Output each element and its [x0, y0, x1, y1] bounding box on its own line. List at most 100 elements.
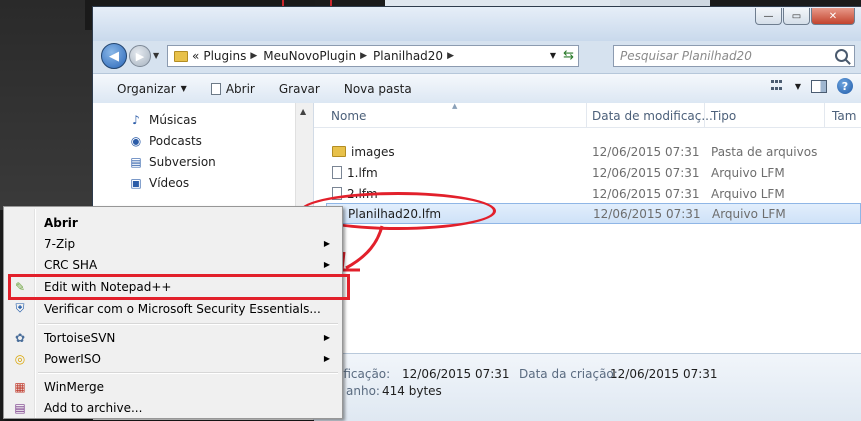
breadcrumb-item[interactable]: Planilhad20: [373, 49, 443, 63]
video-icon: ▣: [130, 176, 142, 190]
chevron-right-icon[interactable]: ▶: [360, 51, 367, 61]
burn-label: Gravar: [278, 81, 320, 96]
menu-item-tortoisesvn[interactable]: ✿ TortoiseSVN ▶: [6, 327, 340, 348]
details-pane: ificação: 12/06/2015 07:31 Data da criaç…: [314, 353, 861, 421]
organize-label: Organizar: [117, 81, 176, 96]
list-item[interactable]: 1.lfm 12/06/2015 07:31 Arquivo LFM: [326, 162, 861, 183]
nav-item-musicas[interactable]: ♪ Músicas: [129, 113, 197, 127]
breadcrumb-item[interactable]: MeuNovoPlugin: [263, 49, 356, 63]
size-label: anho:: [346, 384, 380, 398]
navigation-scrollbar[interactable]: ▲: [295, 103, 313, 213]
search-icon[interactable]: [835, 49, 848, 62]
nav-item-label: Subversion: [149, 155, 216, 169]
file-type: Arquivo LFM: [711, 186, 785, 201]
nav-item-label: Podcasts: [149, 134, 202, 148]
nav-item-label: Músicas: [149, 113, 197, 127]
chevron-down-icon[interactable]: ▼: [550, 51, 556, 60]
search-placeholder: Pesquisar Planilhad20: [620, 49, 752, 63]
preview-pane-icon[interactable]: [811, 79, 827, 93]
help-icon[interactable]: ?: [837, 78, 853, 94]
view-controls: ▼ ?: [770, 78, 853, 94]
menu-separator: [38, 323, 338, 325]
submenu-arrow-icon: ▶: [323, 239, 330, 248]
subversion-icon: ▤: [130, 155, 142, 169]
view-options-icon[interactable]: [770, 80, 785, 92]
nav-item-subversion[interactable]: ▤ Subversion: [129, 155, 216, 169]
nav-item-videos[interactable]: ▣ Vídeos: [129, 176, 189, 190]
open-file-icon: [210, 82, 221, 95]
menu-item-open[interactable]: Abrir: [6, 212, 340, 233]
file-modified: 12/06/2015 07:31: [592, 144, 700, 159]
recent-pages-dropdown[interactable]: ▼: [153, 51, 159, 60]
list-item[interactable]: images 12/06/2015 07:31 Pasta de arquivo…: [326, 141, 861, 162]
background-window: [0, 0, 100, 210]
chevron-right-icon[interactable]: ▶: [447, 51, 454, 61]
column-separator[interactable]: [824, 103, 825, 127]
organize-button[interactable]: Organizar ▼: [93, 82, 199, 96]
menu-item-crc-sha[interactable]: CRC SHA ▶: [6, 254, 340, 275]
breadcrumb-item[interactable]: Plugins: [203, 49, 246, 63]
menu-item-label: TortoiseSVN: [44, 330, 116, 345]
back-button[interactable]: ◀: [101, 43, 127, 69]
menu-item-label: CRC SHA: [44, 257, 98, 272]
menu-item-label: Verificar com o Microsoft Security Essen…: [44, 301, 321, 316]
search-input[interactable]: Pesquisar Planilhad20: [613, 45, 855, 67]
modified-value: 12/06/2015 07:31: [402, 367, 510, 381]
file-name: images: [351, 144, 395, 159]
menu-item-poweriso[interactable]: ◎ PowerISO ▶: [6, 348, 340, 369]
nav-item-label: Vídeos: [149, 176, 190, 190]
window-controls: — ▭ ✕: [755, 8, 855, 25]
menu-item-label: Add to archive...: [44, 400, 143, 415]
file-modified: 12/06/2015 07:31: [593, 206, 701, 221]
column-name[interactable]: Nome: [331, 109, 366, 123]
menu-item-label: WinMerge: [44, 379, 104, 394]
column-modified[interactable]: Data de modificaç...: [592, 109, 713, 123]
nav-item-podcasts[interactable]: ◉ Podcasts: [129, 134, 202, 148]
podcast-icon: ◉: [130, 134, 142, 148]
file-modified: 12/06/2015 07:31: [592, 186, 700, 201]
window-frame: — ▭ ✕: [93, 7, 861, 41]
burn-button[interactable]: Gravar: [267, 82, 332, 96]
chevron-down-icon[interactable]: ▼: [795, 82, 801, 91]
music-icon: ♪: [132, 113, 140, 127]
modified-label: ificação:: [340, 367, 391, 381]
file-type: Pasta de arquivos: [711, 144, 818, 159]
folder-icon: [332, 146, 346, 157]
menu-item-security-essentials[interactable]: ⛨ Verificar com o Microsoft Security Ess…: [6, 298, 340, 319]
file-name: 1.lfm: [347, 165, 378, 180]
column-separator[interactable]: [586, 103, 587, 127]
tortoise-icon: ✿: [14, 330, 26, 345]
menu-item-label: 7-Zip: [44, 236, 76, 251]
size-value: 414 bytes: [382, 384, 442, 398]
submenu-arrow-icon: ▶: [323, 333, 330, 342]
close-button[interactable]: ✕: [811, 8, 855, 25]
menu-item-add-to-archive[interactable]: ▤ Add to archive...: [6, 397, 340, 418]
chevron-right-icon[interactable]: ▶: [250, 51, 257, 61]
sort-ascending-icon: ▲: [452, 102, 458, 110]
maximize-button[interactable]: ▭: [783, 8, 810, 25]
refresh-icon[interactable]: ⇆: [563, 48, 574, 63]
forward-button[interactable]: ▶: [129, 45, 151, 67]
menu-item-7zip[interactable]: 7-Zip ▶: [6, 233, 340, 254]
address-bar[interactable]: « Plugins ▶ MeuNovoPlugin ▶ Planilhad20 …: [167, 45, 579, 67]
breadcrumb-overflow[interactable]: «: [192, 49, 199, 63]
menu-item-label: Abrir: [44, 215, 78, 230]
submenu-arrow-icon: ▶: [323, 354, 330, 363]
minimize-button[interactable]: —: [755, 8, 782, 25]
archive-icon: ▤: [14, 400, 26, 415]
new-folder-label: Nova pasta: [343, 81, 412, 96]
column-type[interactable]: Tipo: [711, 109, 736, 123]
new-folder-button[interactable]: Nova pasta: [332, 82, 424, 96]
column-separator[interactable]: [704, 103, 705, 127]
created-value: 12/06/2015 07:31: [610, 367, 718, 381]
chevron-down-icon: ▼: [180, 84, 187, 93]
column-size[interactable]: Tam: [832, 109, 856, 123]
highlight-box: [8, 274, 350, 300]
context-menu: Abrir 7-Zip ▶ CRC SHA ▶ ✎ Edit with Note…: [3, 206, 343, 419]
navigation-bar: ◀ ▶ ▼ « Plugins ▶ MeuNovoPlugin ▶ Planil…: [93, 41, 861, 71]
open-button[interactable]: Abrir: [199, 82, 267, 96]
scroll-up-icon[interactable]: ▲: [300, 107, 306, 116]
submenu-arrow-icon: ▶: [323, 260, 330, 269]
menu-item-winmerge[interactable]: ▦ WinMerge: [6, 376, 340, 397]
command-bar: Organizar ▼ Abrir Gravar Nova pasta ▼ ?: [93, 73, 861, 104]
